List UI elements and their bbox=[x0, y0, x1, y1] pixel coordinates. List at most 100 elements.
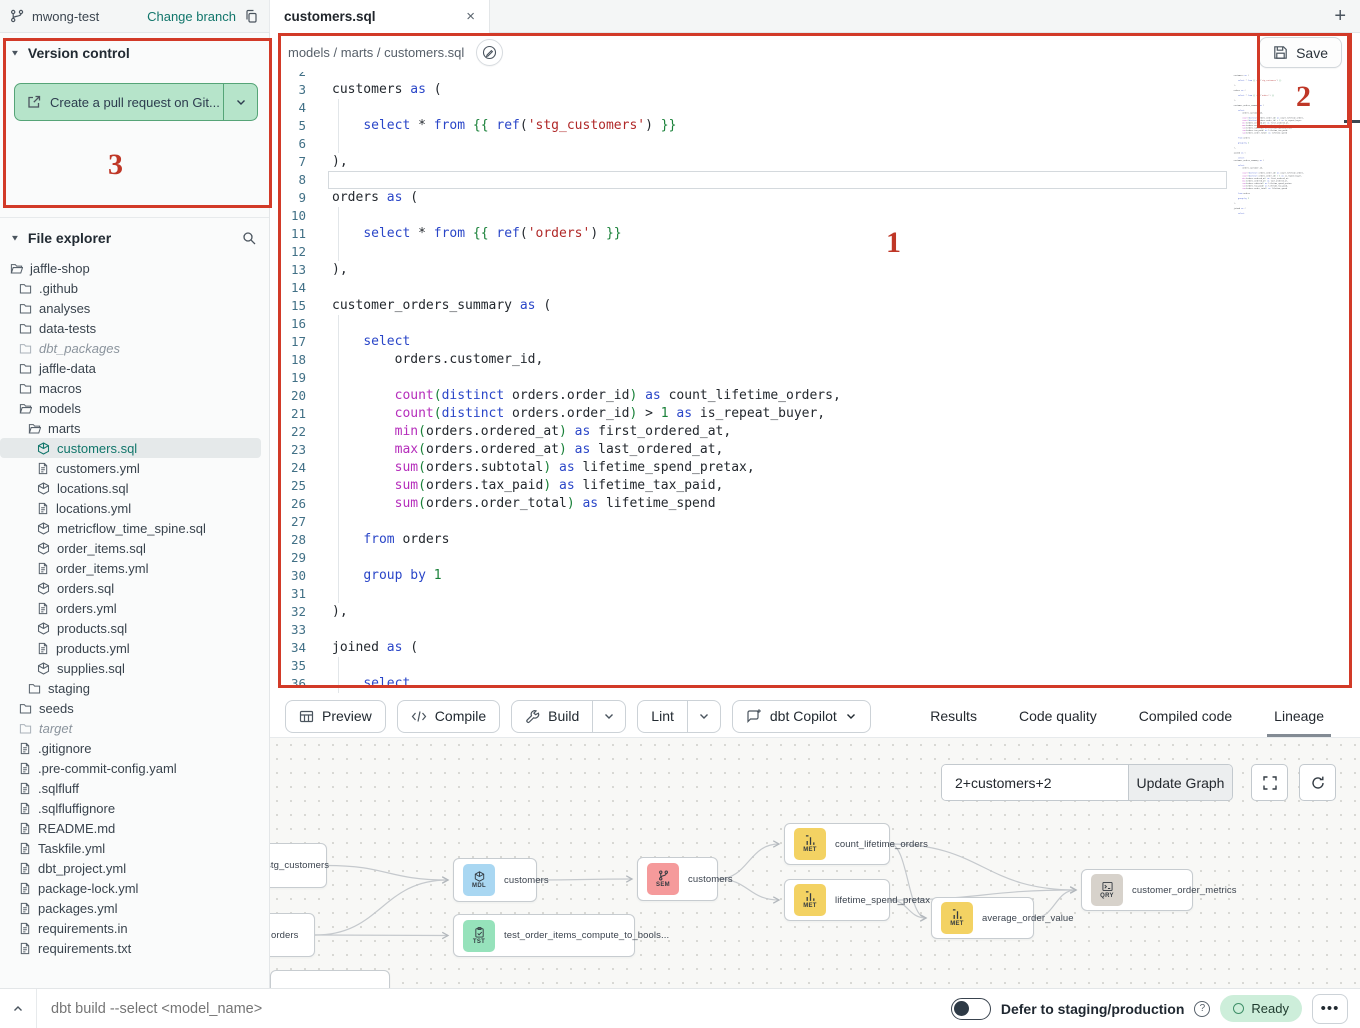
tree-item-locations-yml[interactable]: locations.yml bbox=[0, 498, 261, 518]
tab-lineage[interactable]: Lineage bbox=[1253, 695, 1345, 737]
tree-item-metricflow-time-spine-sql[interactable]: metricflow_time_spine.sql bbox=[0, 518, 261, 538]
code-line-23[interactable]: 23 max(orders.ordered_at) as last_ordere… bbox=[270, 441, 1360, 459]
code-line-28[interactable]: 28 from orders bbox=[270, 531, 1360, 549]
tree-item-marts[interactable]: marts bbox=[0, 418, 261, 438]
lint-dropdown-caret[interactable] bbox=[687, 701, 720, 732]
code-line-26[interactable]: 26 sum(orders.order_total) as lifetime_s… bbox=[270, 495, 1360, 513]
lineage-node-orders[interactable]: MDLorders bbox=[270, 913, 315, 957]
tree-item-orders-yml[interactable]: orders.yml bbox=[0, 598, 261, 618]
lineage-node-count-lifetime-orders[interactable]: METcount_lifetime_orders bbox=[784, 823, 890, 865]
search-icon[interactable] bbox=[242, 231, 257, 246]
tab-customers-sql[interactable]: customers.sql × bbox=[270, 0, 490, 33]
breadcrumb-file[interactable]: customers.sql bbox=[384, 45, 464, 60]
lineage-node-customer-order-metrics[interactable]: QRYcustomer_order_metrics bbox=[1081, 869, 1193, 911]
code-line-9[interactable]: 9orders as ( bbox=[270, 189, 1360, 207]
tree-item-analyses[interactable]: analyses bbox=[0, 298, 261, 318]
code-line-35[interactable]: 35 bbox=[270, 657, 1360, 675]
code-line-11[interactable]: 11 select * from {{ ref('orders') }} bbox=[270, 225, 1360, 243]
code-line-36[interactable]: 36 select bbox=[270, 675, 1360, 693]
code-line-21[interactable]: 21 count(distinct orders.order_id) > 1 a… bbox=[270, 405, 1360, 423]
tree-item-readme-md[interactable]: README.md bbox=[0, 818, 261, 838]
fullscreen-icon[interactable] bbox=[1251, 764, 1288, 801]
code-line-18[interactable]: 18 orders.customer_id, bbox=[270, 351, 1360, 369]
dbt-command-input[interactable] bbox=[51, 1001, 471, 1017]
tree-item-jaffle-data[interactable]: jaffle-data bbox=[0, 358, 261, 378]
code-line-17[interactable]: 17 select bbox=[270, 333, 1360, 351]
tree-item-dbt-packages[interactable]: dbt_packages bbox=[0, 338, 261, 358]
copy-docs-icon[interactable] bbox=[244, 9, 259, 24]
code-line-10[interactable]: 10 bbox=[270, 207, 1360, 225]
compile-button[interactable]: Compile bbox=[397, 700, 500, 733]
tree-item--pre-commit-config-yaml[interactable]: .pre-commit-config.yaml bbox=[0, 758, 261, 778]
code-line-20[interactable]: 20 count(distinct orders.order_id) as co… bbox=[270, 387, 1360, 405]
tab-close-icon[interactable]: × bbox=[466, 8, 475, 25]
breadcrumb-marts[interactable]: marts bbox=[341, 45, 374, 60]
code-line-16[interactable]: 16 bbox=[270, 315, 1360, 333]
tab-results[interactable]: Results bbox=[909, 695, 998, 737]
save-button[interactable]: Save bbox=[1259, 37, 1342, 68]
tree-item-taskfile-yml[interactable]: Taskfile.yml bbox=[0, 838, 261, 858]
lineage-node-average-order-value[interactable]: METaverage_order_value bbox=[931, 897, 1034, 939]
update-graph-button[interactable]: Update Graph bbox=[1128, 765, 1232, 800]
code-line-22[interactable]: 22 min(orders.ordered_at) as first_order… bbox=[270, 423, 1360, 441]
collapse-panel-chevron[interactable] bbox=[0, 1003, 36, 1015]
tree-item--sqlfluffignore[interactable]: .sqlfluffignore bbox=[0, 798, 261, 818]
code-line-5[interactable]: 5 select * from {{ ref('stg_customers') … bbox=[270, 117, 1360, 135]
code-line-29[interactable]: 29 bbox=[270, 549, 1360, 567]
code-line-2[interactable]: 2 bbox=[270, 72, 1360, 81]
lineage-node-lifetime-spend-pretax[interactable]: METlifetime_spend_pretax bbox=[784, 879, 890, 921]
lineage-node-test-order-items-compute-to-bools-[interactable]: TSTtest_order_items_compute_to_bools... bbox=[453, 914, 635, 957]
create-pull-request-button[interactable]: Create a pull request on Git... bbox=[14, 83, 258, 121]
tree-item-package-lock-yml[interactable]: package-lock.yml bbox=[0, 878, 261, 898]
tree-item-target[interactable]: target bbox=[0, 718, 261, 738]
tree-item-supplies-sql[interactable]: supplies.sql bbox=[0, 658, 261, 678]
tree-item-dbt-project-yml[interactable]: dbt_project.yml bbox=[0, 858, 261, 878]
code-line-14[interactable]: 14 bbox=[270, 279, 1360, 297]
code-line-33[interactable]: 33 bbox=[270, 621, 1360, 639]
breadcrumb-models[interactable]: models bbox=[288, 45, 330, 60]
code-line-24[interactable]: 24 sum(orders.subtotal) as lifetime_spen… bbox=[270, 459, 1360, 477]
code-line-34[interactable]: 34joined as ( bbox=[270, 639, 1360, 657]
tree-item-seeds[interactable]: seeds bbox=[0, 698, 261, 718]
lineage-node-partial[interactable] bbox=[270, 970, 390, 988]
code-line-8[interactable]: 8 bbox=[270, 171, 1360, 189]
code-line-27[interactable]: 27 bbox=[270, 513, 1360, 531]
code-line-32[interactable]: 32), bbox=[270, 603, 1360, 621]
new-tab-button[interactable]: + bbox=[1334, 5, 1346, 28]
lint-button[interactable]: Lint bbox=[637, 700, 721, 733]
tree-item-order-items-yml[interactable]: order_items.yml bbox=[0, 558, 261, 578]
tab-code-quality[interactable]: Code quality bbox=[998, 695, 1118, 737]
build-button[interactable]: Build bbox=[511, 700, 626, 733]
code-line-30[interactable]: 30 group by 1 bbox=[270, 567, 1360, 585]
preview-button[interactable]: Preview bbox=[285, 700, 386, 733]
tree-item-data-tests[interactable]: data-tests bbox=[0, 318, 261, 338]
tree-item--gitignore[interactable]: .gitignore bbox=[0, 738, 261, 758]
lineage-node-stg-customers[interactable]: MDLstg_customers bbox=[270, 843, 327, 888]
change-branch-link[interactable]: Change branch bbox=[147, 9, 236, 24]
tree-item-staging[interactable]: staging bbox=[0, 678, 261, 698]
tree-item-models[interactable]: models bbox=[0, 398, 261, 418]
lineage-node-customers[interactable]: SEMcustomers bbox=[637, 857, 718, 901]
code-line-3[interactable]: 3customers as ( bbox=[270, 81, 1360, 99]
code-line-4[interactable]: 4 bbox=[270, 99, 1360, 117]
tree-item-requirements-in[interactable]: requirements.in bbox=[0, 918, 261, 938]
code-line-31[interactable]: 31 bbox=[270, 585, 1360, 603]
tree-item-products-yml[interactable]: products.yml bbox=[0, 638, 261, 658]
tree-item-requirements-txt[interactable]: requirements.txt bbox=[0, 938, 261, 958]
more-options-button[interactable]: ••• bbox=[1312, 994, 1348, 1024]
minimap[interactable]: customers as ( select * from {{ ref('stg… bbox=[1230, 72, 1316, 220]
code-line-6[interactable]: 6 bbox=[270, 135, 1360, 153]
tree-item--github[interactable]: .github bbox=[0, 278, 261, 298]
tree-item-locations-sql[interactable]: locations.sql bbox=[0, 478, 261, 498]
defer-toggle[interactable] bbox=[951, 998, 991, 1020]
code-line-15[interactable]: 15customer_orders_summary as ( bbox=[270, 297, 1360, 315]
code-editor[interactable]: 23customers as (45 select * from {{ ref(… bbox=[270, 72, 1360, 695]
lineage-node-customers[interactable]: MDLcustomers bbox=[453, 858, 537, 902]
code-line-19[interactable]: 19 bbox=[270, 369, 1360, 387]
lineage-selector-input[interactable] bbox=[942, 765, 1128, 800]
tree-item-customers-sql[interactable]: customers.sql bbox=[0, 438, 261, 458]
dbt-copilot-button[interactable]: dbt Copilot bbox=[732, 700, 871, 733]
tree-item-packages-yml[interactable]: packages.yml bbox=[0, 898, 261, 918]
build-dropdown-caret[interactable] bbox=[592, 701, 625, 732]
tree-item-jaffle-shop[interactable]: jaffle-shop bbox=[0, 258, 261, 278]
